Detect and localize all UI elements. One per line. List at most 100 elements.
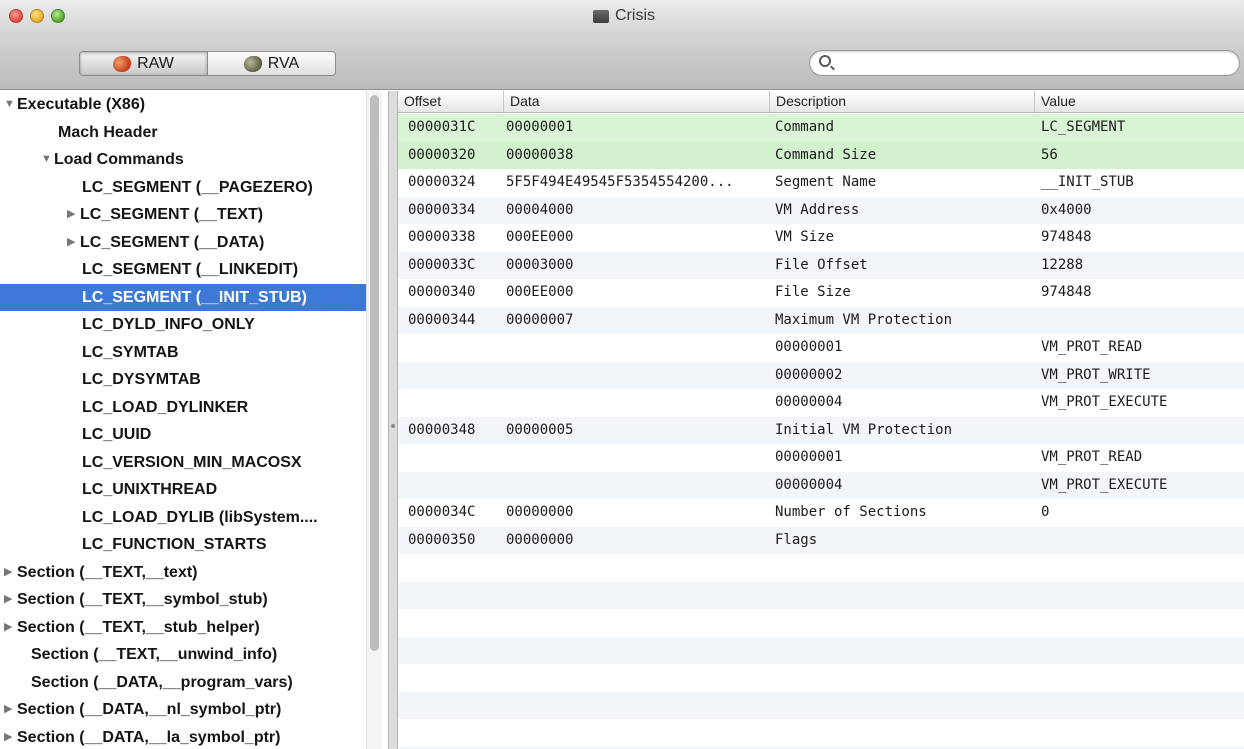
- sidebar-scroll-thumb[interactable]: [370, 95, 379, 651]
- empty-table-row: [398, 636, 1244, 664]
- data-cell: 000EE000: [506, 229, 574, 245]
- sidebar-item[interactable]: ▶ LC_SEGMENT (__DATA): [0, 229, 366, 257]
- sidebar-item[interactable]: LC_SEGMENT (__PAGEZERO): [0, 174, 366, 202]
- offset-cell: 0000033C: [408, 256, 476, 273]
- sidebar-item[interactable]: ▼ Executable (X86): [0, 91, 366, 119]
- minimize-window-button[interactable]: [30, 9, 44, 23]
- offset-column-header[interactable]: Offset: [398, 91, 503, 113]
- table-row[interactable]: 00000004 VM_PROT_EXECUTE: [398, 471, 1244, 500]
- offset-cell: 00000348: [408, 421, 476, 438]
- disclosure-collapsed-icon[interactable]: ▶: [67, 201, 75, 229]
- zoom-window-button[interactable]: [51, 9, 65, 23]
- sidebar-item-label: LC_SYMTAB: [82, 343, 179, 361]
- raw-mode-button[interactable]: RAW: [80, 52, 207, 75]
- table-row[interactable]: 0000033C 00003000 File Offset 12288: [398, 251, 1244, 279]
- sidebar-item[interactable]: LC_LOAD_DYLINKER: [0, 394, 366, 422]
- sidebar-item[interactable]: LC_UUID: [0, 421, 366, 449]
- table-row[interactable]: 00000001 VM_PROT_READ: [398, 334, 1244, 362]
- table-row[interactable]: 00000350 00000000 Flags: [398, 526, 1244, 554]
- description-cell: Command Size: [775, 146, 877, 163]
- sidebar-item[interactable]: LC_FUNCTION_STARTS: [0, 531, 366, 559]
- close-window-button[interactable]: [9, 9, 23, 23]
- table-row[interactable]: 00000002 VM_PROT_WRITE: [398, 361, 1244, 389]
- empty-table-row: [398, 691, 1244, 719]
- disclosure-collapsed-icon[interactable]: ▶: [4, 696, 12, 724]
- table-row[interactable]: 00000001 VM_PROT_READ: [398, 444, 1244, 472]
- sidebar-item[interactable]: LC_UNIXTHREAD: [0, 476, 366, 504]
- value-cell: LC_SEGMENT: [1041, 119, 1126, 135]
- value-cell: __INIT_STUB: [1041, 174, 1134, 190]
- offset-cell: [408, 334, 503, 362]
- offset-cell: [408, 472, 503, 500]
- table-row[interactable]: 00000344 00000007 Maximum VM Protection: [398, 306, 1244, 334]
- table-row[interactable]: 00000338 000EE000 VM Size 974848: [398, 224, 1244, 252]
- disclosure-expanded-icon[interactable]: ▼: [41, 146, 52, 174]
- search-field[interactable]: [809, 50, 1240, 76]
- data-column-header[interactable]: Data: [503, 91, 769, 113]
- detail-table: Offset Data Description Value 0000031C 00000…: [398, 91, 1244, 749]
- description-cell: File Size: [775, 284, 851, 300]
- value-cell: VM_PROT_READ: [1041, 339, 1143, 355]
- data-cell: 00000001: [506, 119, 574, 135]
- table-row[interactable]: 00000348 00000005 Initial VM Protection: [398, 416, 1244, 444]
- disclosure-collapsed-icon[interactable]: ▶: [4, 724, 12, 749]
- disclosure-expanded-icon[interactable]: ▼: [4, 91, 15, 119]
- table-row[interactable]: 00000324 5F5F494E49545F5354554200... Segme…: [398, 169, 1244, 197]
- table-row[interactable]: 0000034C 00000000 Number of Sections 0: [398, 499, 1244, 527]
- sidebar-scrollbar[interactable]: [366, 91, 382, 749]
- rva-mode-button[interactable]: RVA: [207, 52, 335, 75]
- empty-table-row: [398, 719, 1244, 747]
- offset-cell: 0000034C: [408, 504, 476, 520]
- disclosure-collapsed-icon[interactable]: ▶: [4, 559, 12, 587]
- table-row[interactable]: 00000334 00004000 VM Address 0x4000: [398, 196, 1244, 224]
- value-column-header[interactable]: Value: [1034, 91, 1244, 113]
- sidebar-item[interactable]: ▶ Section (__DATA,__la_symbol_ptr): [0, 724, 366, 749]
- sidebar-item[interactable]: ▶ Section (__TEXT,__text): [0, 559, 366, 587]
- data-cell: 00000038: [506, 146, 574, 163]
- disclosure-collapsed-icon[interactable]: ▶: [67, 229, 75, 257]
- sidebar-item[interactable]: LC_SEGMENT (__LINKEDIT): [0, 256, 366, 284]
- sidebar-item[interactable]: LC_SYMTAB: [0, 339, 366, 367]
- description-cell: Flags: [775, 531, 818, 548]
- sidebar-item-label: Section (__DATA,__nl_symbol_ptr): [17, 701, 282, 718]
- sidebar-item[interactable]: ▶ Section (__DATA,__nl_symbol_ptr): [0, 696, 366, 724]
- description-cell: Initial VM Protection: [775, 421, 953, 438]
- sidebar-item-label: Section (__DATA,__program_vars): [31, 673, 293, 691]
- table-row[interactable]: 0000031C 00000001 Command LC_SEGMENT: [398, 114, 1244, 142]
- description-cell: Maximum VM Protection: [775, 311, 953, 328]
- data-cell: 00003000: [506, 256, 574, 273]
- sidebar-item[interactable]: LC_DYSYMTAB: [0, 366, 366, 394]
- sidebar-item[interactable]: ▶ Section (__TEXT,__symbol_stub): [0, 586, 366, 614]
- search-input[interactable]: [838, 53, 1228, 73]
- sidebar-item[interactable]: ▶ LC_SEGMENT (__TEXT): [0, 201, 366, 229]
- sidebar-item[interactable]: LC_LOAD_DYLIB (libSystem....: [0, 504, 366, 532]
- sidebar-item[interactable]: ▼ Load Commands: [0, 146, 366, 174]
- table-row[interactable]: 00000340 000EE000 File Size 974848: [398, 279, 1244, 307]
- split-view-divider[interactable]: [388, 91, 398, 749]
- sidebar-item[interactable]: ▶ Section (__TEXT,__stub_helper): [0, 614, 366, 642]
- disclosure-collapsed-icon[interactable]: ▶: [4, 614, 12, 642]
- sidebar-item-label: LC_SEGMENT (__DATA): [80, 233, 265, 251]
- offset-cell: 00000350: [408, 531, 476, 548]
- sidebar-item[interactable]: Mach Header: [0, 119, 366, 147]
- description-column-header[interactable]: Description: [769, 91, 1034, 113]
- value-cell: 974848: [1041, 229, 1092, 245]
- sidebar-item-label: Section (__TEXT,__unwind_info): [31, 646, 278, 663]
- data-cell: 000EE000: [506, 284, 574, 300]
- table-row[interactable]: 00000004 VM_PROT_EXECUTE: [398, 389, 1244, 417]
- divider-grip-icon: [391, 424, 395, 428]
- sidebar-item[interactable]: LC_VERSION_MIN_MACOSX: [0, 449, 366, 477]
- sidebar-item-label: LC_UNIXTHREAD: [82, 481, 218, 498]
- offset-cell: 00000338: [408, 229, 476, 245]
- data-cell: 5F5F494E49545F5354554200...: [506, 174, 734, 190]
- sidebar-item[interactable]: Section (__DATA,__program_vars): [0, 669, 366, 697]
- sidebar-item[interactable]: Section (__TEXT,__unwind_info): [0, 641, 366, 669]
- sidebar-item[interactable]: LC_SEGMENT (__INIT_STUB): [0, 283, 366, 311]
- table-row[interactable]: 00000320 00000038 Command Size 56: [398, 141, 1244, 169]
- data-cell: [506, 389, 768, 417]
- sidebar-item[interactable]: LC_DYLD_INFO_ONLY: [0, 311, 366, 339]
- sidebar-item-label: Executable (X86): [17, 96, 146, 113]
- disclosure-collapsed-icon[interactable]: ▶: [4, 586, 12, 614]
- offset-cell: 00000334: [408, 201, 476, 218]
- offset-cell: 00000320: [408, 146, 476, 163]
